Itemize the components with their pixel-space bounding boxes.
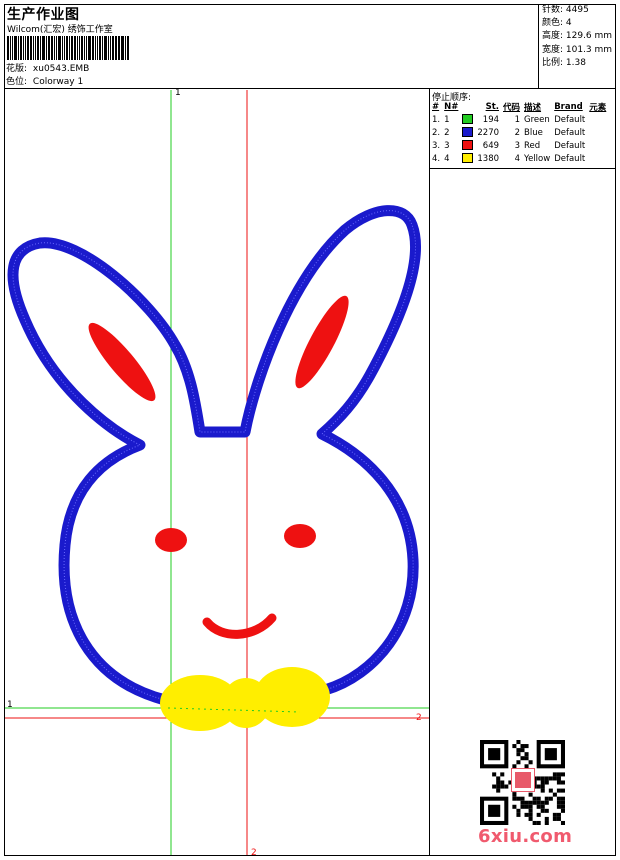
guide-label-green-left: 1 — [7, 700, 13, 710]
right-inner-ear — [295, 295, 349, 389]
mouth — [202, 613, 277, 639]
guide-label-red-right: 2 — [416, 713, 422, 723]
watermark-logo: 6xiu.com — [478, 826, 573, 847]
bow-tie — [160, 667, 330, 731]
right-eye — [284, 524, 316, 548]
qr-logo-stamp — [515, 772, 531, 788]
left-eye — [155, 528, 187, 552]
embroidery-canvas — [5, 90, 429, 855]
qr-logo — [511, 768, 535, 792]
guide-label-red-bottom: 2 — [251, 848, 257, 858]
left-inner-ear — [88, 322, 156, 402]
guide-label-green-top: 1 — [175, 88, 181, 98]
